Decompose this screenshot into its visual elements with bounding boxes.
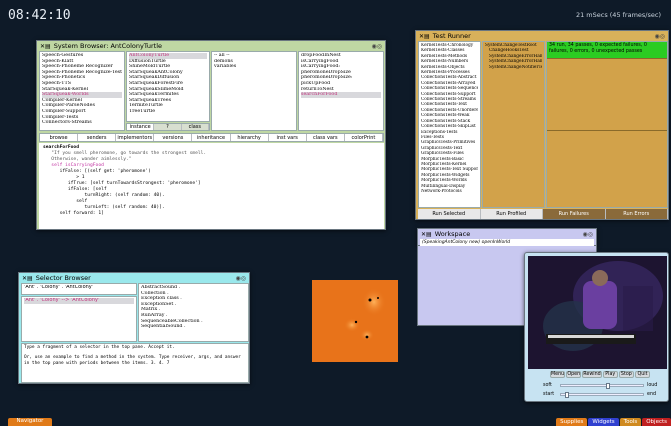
test-class-item[interactable]: SystemChangeErrorHandling [485,59,542,64]
widgets-flap[interactable]: Widgets [588,418,619,426]
method-list[interactable]: dropFoodInNest isCarryingFood isCarryingFo… [298,51,384,131]
errors-list[interactable] [547,130,667,206]
position-start-label: start [543,391,555,397]
video-player-window[interactable]: Menu Open Rewind Play Stop Quit soft loud sta… [524,252,669,402]
selector-browser-titlebar[interactable]: ✕ ▤ Selector Browser ◉ ◎ [19,273,249,283]
system-browser-titlebar[interactable]: ✕ ▤ System Browser: AntColonyTurtle ◉ ◎ [37,41,385,51]
run-selected-button[interactable]: Run Selected [418,209,481,219]
versions-button[interactable]: versions [154,134,193,141]
hierarchy-button[interactable]: hierarchy [231,134,269,141]
test-category-item[interactable]: CollectionsTests-Sequenceable [421,86,478,91]
failures-list[interactable] [547,58,667,130]
selector-help-pane: Type a fragment of a selector in the top… [21,343,249,383]
window-title: System Browser: AntColonyTurtle [53,42,162,50]
tools-flap[interactable]: Tools [619,418,642,426]
class-item[interactable]: TreeTurtle [129,109,207,115]
expand-icon[interactable]: ◎ [377,43,382,50]
position-end-label: end [647,391,657,397]
colorprint-button[interactable]: colorPrint [345,134,383,141]
window-title: Test Runner [432,32,471,40]
concert-image [528,256,667,369]
browser-toolbar: browse senders implementors versions inherit… [39,133,384,142]
rewind-button[interactable]: Rewind [582,371,602,378]
volume-min-label: soft [543,382,552,388]
inst-vars-button[interactable]: inst vars [269,134,307,141]
protocol-item[interactable]: variables [214,64,294,70]
test-category-item[interactable]: CollectionsTests-SkipList [421,124,478,129]
selector-browser-window[interactable]: ✕ ▤ Selector Browser ◉ ◎ 'Ant' . 'Colony'… [18,272,250,384]
method-source-pane[interactable]: searchForFood "If you smell pheromone, g… [39,143,384,229]
workspace-titlebar[interactable]: ✕ ▤ Workspace ◉ ◎ [418,229,596,239]
expand-icon[interactable]: ◎ [241,275,246,282]
run-profiled-button[interactable]: Run Profiled [480,209,543,219]
class-vars-button[interactable]: class vars [307,134,345,141]
volume-max-label: loud [647,382,658,388]
volume-slider-row: soft loud [543,381,659,389]
code-line: self forward: 1] [43,211,104,216]
selector-input-pane[interactable]: 'Ant' . 'Colony' . 'AntColony' [21,283,137,295]
test-category-item[interactable]: GraphicsTests-Primitives [421,140,478,145]
test-category-item[interactable]: Network-Protocols [421,189,478,194]
test-category-item[interactable]: MorphicTests-Text Support [421,167,478,172]
implementors-button[interactable]: implementors [116,134,155,141]
test-class-item[interactable]: SystemChangeNotifierTest [485,65,542,70]
test-runner-buttons: Run Selected Run Profiled Run Failures Run … [418,209,668,219]
test-runner-titlebar[interactable]: ✕ ▤ Test Runner ◉ ◎ [416,31,668,41]
test-class-list[interactable]: SystemChangeTestRoot ChangeHooksTest Syste… [482,41,545,208]
receivers-list[interactable]: AbstractSound . Collection . Exception cla… [138,283,249,342]
volume-slider-knob[interactable] [606,382,611,389]
ant-colony-simulation[interactable] [312,280,398,362]
toggle-comment-button[interactable]: ? [154,124,182,130]
selector-input-text[interactable]: 'Ant' . 'Colony' . 'AntColony' [24,285,134,291]
open-button[interactable]: Open [566,371,582,378]
play-button[interactable]: Play [602,371,618,378]
navigator-flap[interactable]: Navigator [8,418,52,426]
toggle-class-button[interactable]: class [182,124,209,130]
class-list[interactable]: AntColonyTurtle DiffusionTurtle ShineMoldT… [126,51,210,122]
bottom-flaps: Supplies Widgets Tools Objects [556,418,671,426]
objects-flap[interactable]: Objects [642,418,671,426]
browse-button[interactable]: browse [40,134,79,141]
instance-class-toggle[interactable]: instance? class [126,123,210,131]
system-browser-window[interactable]: ✕ ▤ System Browser: AntColonyTurtle ◉ ◎ S… [36,40,386,230]
pheromone-field [344,288,386,341]
run-errors-button[interactable]: Run Errors [605,209,668,219]
video-frame [528,256,667,369]
player-controls: Menu Open Rewind Play Stop Quit [550,371,651,379]
quit-button[interactable]: Quit [634,371,651,378]
test-category-list[interactable]: KernelTests-Chronology KernelTests-Classe… [418,41,481,208]
stop-button[interactable]: Stop [618,371,634,378]
category-item[interactable]: Connectors-Streams [42,120,122,126]
receiver-item[interactable]: SequentialSound . [141,324,246,330]
selector-results-list[interactable]: 'Ant' . 'Colony' --> 'AntColony' [21,296,137,342]
test-result-summary: 34 run, 34 passes, 0 expected failures, … [547,42,667,58]
position-slider[interactable] [560,391,644,398]
position-slider-row: start end [543,390,659,398]
test-runner-window[interactable]: ✕ ▤ Test Runner ◉ ◎ KernelTests-Chronolog… [415,30,669,220]
window-title: Workspace [434,230,471,238]
toggle-instance-button[interactable]: instance [127,124,155,130]
menu-button[interactable]: Menu [550,371,566,378]
position-slider-knob[interactable] [565,391,570,398]
clock: 08:42:10 [8,8,71,23]
frame-rate-readout: 21 mSecs (45 frames/sec) [575,11,661,19]
supplies-flap[interactable]: Supplies [556,418,588,426]
selector-result-item[interactable]: 'Ant' . 'Colony' --> 'AntColony' [24,298,134,304]
inheritance-button[interactable]: inheritance [192,134,231,141]
selector-help-line2: Or, use an example to find a method in t… [24,355,241,366]
run-failures-button[interactable]: Run Failures [543,209,606,219]
workspace-window[interactable]: ✕ ▤ Workspace ◉ ◎ (SpeakingAntColony new)… [417,228,597,246]
volume-slider[interactable] [560,382,644,389]
test-result-panel: 34 run, 34 passes, 0 expected failures, … [546,41,668,208]
method-item[interactable]: searchForFood [301,92,381,98]
expand-icon[interactable]: ◎ [588,231,593,238]
protocol-list[interactable]: -- all -- demons variables [211,51,297,131]
category-item[interactable]: Speech-Phoneme Recognizer [42,64,122,70]
workspace-text[interactable]: (SpeakingAntColony new) openInWorld [420,239,594,246]
senders-button[interactable]: senders [78,134,117,141]
category-list[interactable]: Speech-Gestures Speech-Klatt Speech-Phonem… [39,51,125,131]
expand-icon[interactable]: ◎ [660,33,665,40]
window-title: Selector Browser [35,274,91,282]
